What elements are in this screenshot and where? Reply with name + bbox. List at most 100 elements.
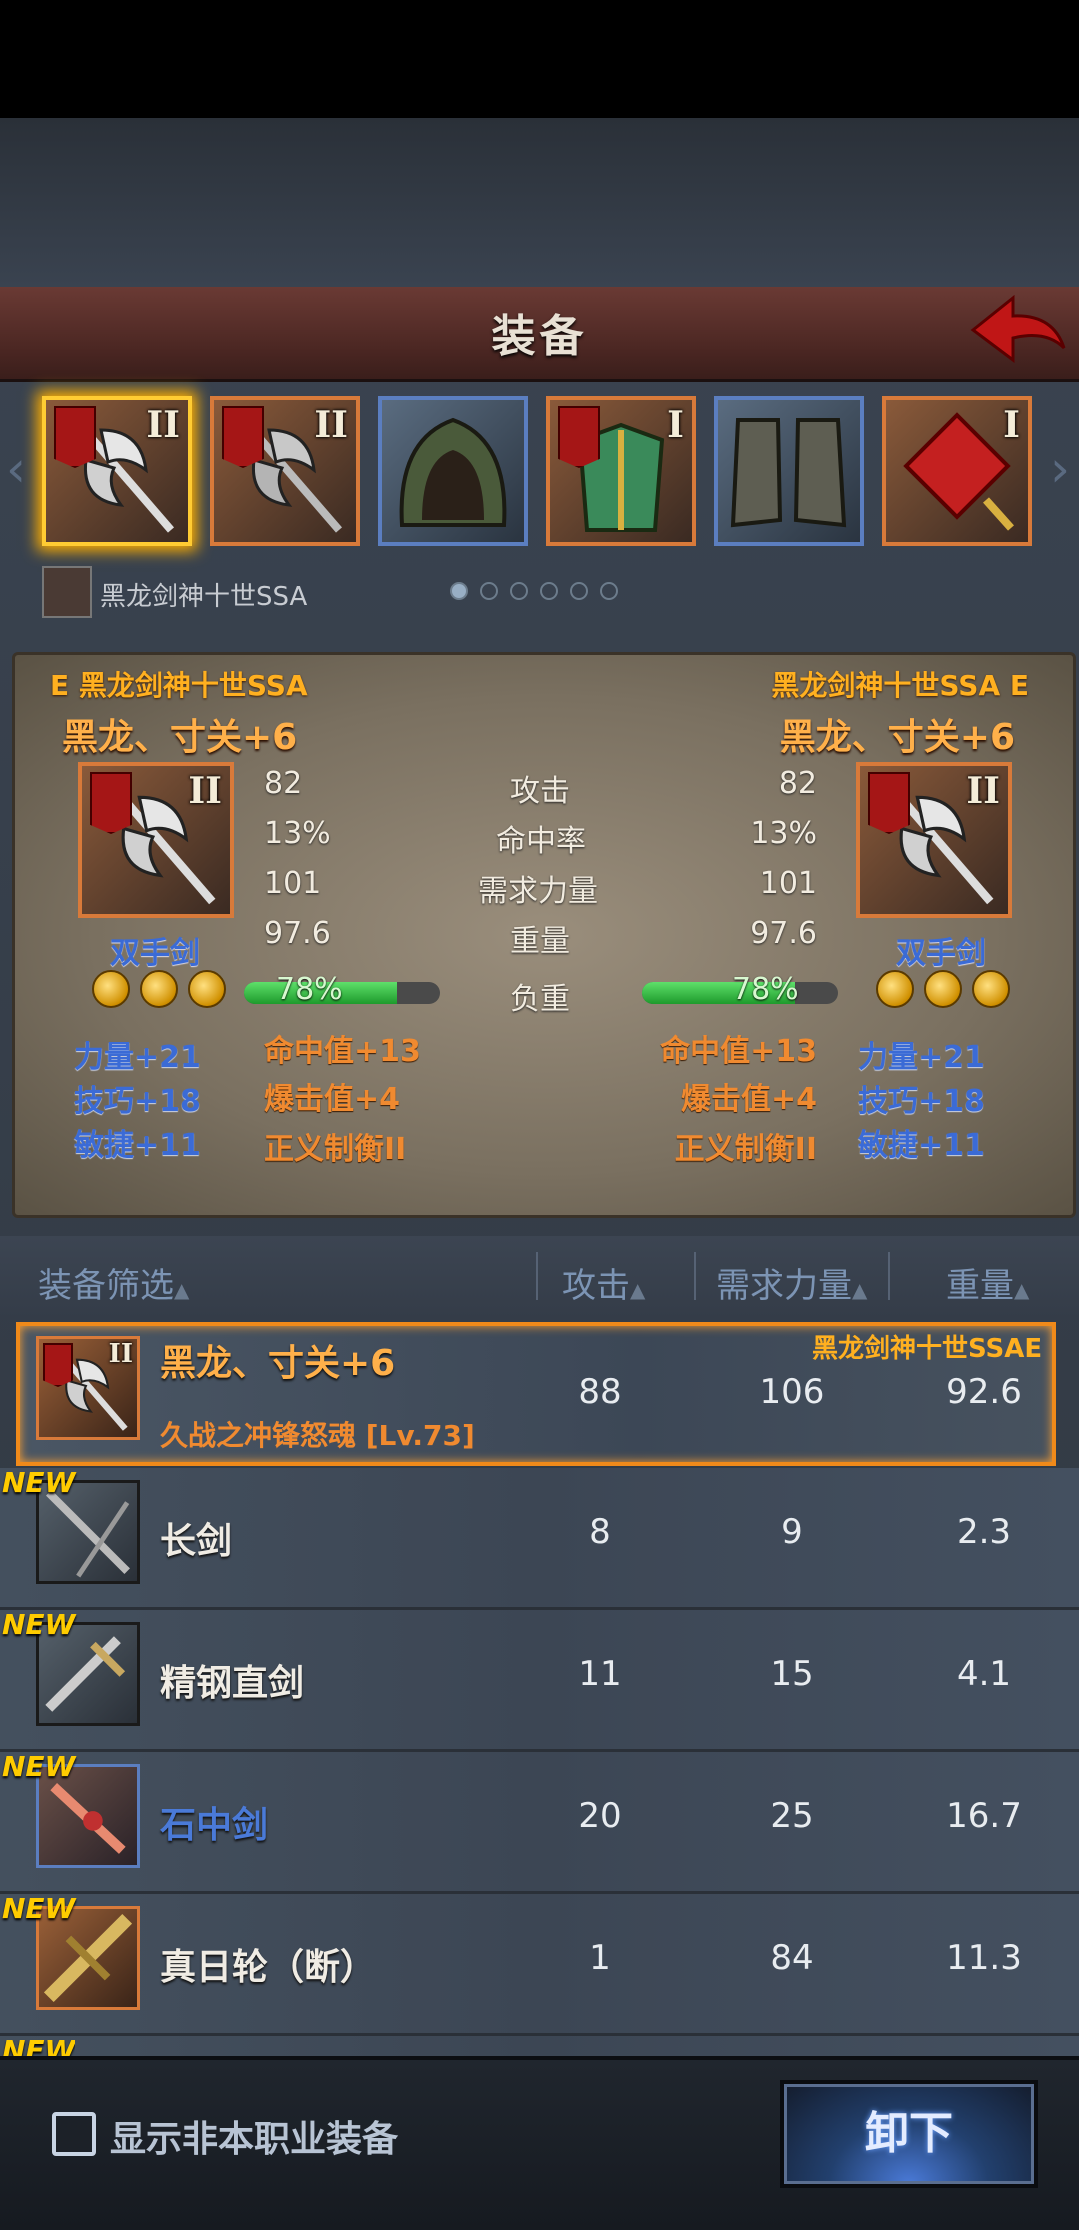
right-item-name: 黑龙、寸关+6 [779, 717, 1015, 758]
left-item-icon: II [78, 762, 234, 918]
item-weight: 16.7 [946, 1796, 1022, 1836]
right-stat-attack: 82 [778, 766, 817, 801]
left-stat-weight: 97.6 [264, 916, 331, 951]
right-attr-agility: 敏捷+11 [858, 1128, 985, 1163]
slots-prev-arrow-icon[interactable]: ‹ [6, 440, 26, 498]
sort-attack-button[interactable]: 攻击▲ [562, 1258, 645, 1307]
item-name: 石中剑 [160, 1805, 269, 1846]
tier-label: I [1003, 404, 1020, 446]
tier-label: II [314, 404, 348, 446]
page-dot[interactable] [450, 582, 468, 600]
sort-str-req-button[interactable]: 需求力量▲ [716, 1258, 867, 1307]
equip-slot-accessory[interactable]: I [882, 396, 1032, 546]
column-attack-label: 攻击 [562, 1266, 630, 1306]
item-weight: 92.6 [946, 1372, 1022, 1412]
right-stat-hit-rate: 13% [750, 816, 817, 851]
page-dot[interactable] [600, 582, 618, 600]
left-bonus-crit: 爆击值+4 [264, 1082, 401, 1117]
left-attr-agility: 敏捷+11 [74, 1128, 201, 1163]
socket-gem-icon [140, 970, 178, 1008]
right-stat-str-req: 101 [759, 866, 817, 901]
sort-arrow-icon: ▲ [1014, 1278, 1030, 1302]
show-other-class-label[interactable]: 显示非本职业装备 [110, 2110, 398, 2162]
stat-label-str-req: 需求力量 [478, 874, 598, 909]
character-avatar[interactable] [42, 566, 92, 618]
boots-icon [730, 418, 847, 528]
back-arrow-icon[interactable] [968, 290, 1068, 370]
page-dot[interactable] [480, 582, 498, 600]
right-owner-label: 黑龙剑神十世SSA E [771, 669, 1029, 702]
item-name: 黑龙、寸关+6 [160, 1343, 396, 1384]
left-stat-str-req: 101 [264, 866, 322, 901]
left-bonus-skill: 正义制衡II [264, 1132, 407, 1167]
right-item-icon: II [856, 762, 1012, 918]
stat-label-weight: 重量 [510, 924, 570, 959]
column-divider [888, 1252, 890, 1300]
item-subtitle: 久战之冲锋怒魂 [Lv.73] [160, 1419, 475, 1452]
right-bonus-crit: 爆击值+4 [680, 1082, 817, 1117]
page-dot[interactable] [540, 582, 558, 600]
sort-arrow-icon: ▲ [852, 1278, 868, 1302]
guild-banner-icon [868, 772, 910, 834]
column-str-req-label: 需求力量 [716, 1266, 852, 1306]
item-str-req: 84 [770, 1938, 814, 1978]
column-weight-label: 重量 [946, 1266, 1014, 1306]
filter-button[interactable]: 装备筛选▲ [38, 1258, 189, 1307]
equip-slot-helmet[interactable] [378, 396, 528, 546]
left-attr-strength: 力量+21 [74, 1040, 201, 1075]
left-item-type: 双手剑 [110, 936, 200, 971]
stat-label-hit-rate: 命中率 [496, 824, 586, 859]
tier-label: I [667, 404, 684, 446]
new-badge: NEW [2, 1608, 76, 1641]
show-other-class-checkbox[interactable] [52, 2112, 96, 2156]
page-dot[interactable] [570, 582, 588, 600]
right-stat-weight: 97.6 [750, 916, 817, 951]
right-attr-strength: 力量+21 [858, 1040, 985, 1075]
new-badge: NEW [2, 2034, 76, 2056]
left-stat-attack: 82 [264, 766, 303, 801]
guild-banner-icon [54, 406, 96, 468]
guild-banner-icon [43, 1343, 73, 1387]
socket-gem-icon [972, 970, 1010, 1008]
left-attr-skill: 技巧+18 [74, 1084, 201, 1119]
guild-banner-icon [558, 406, 600, 468]
equip-slot-weapon-offhand[interactable]: II [210, 396, 360, 546]
left-load-value: 78% [276, 972, 343, 1007]
right-bonus-skill: 正义制衡II [674, 1132, 817, 1167]
new-badge: NEW [2, 1466, 76, 1499]
socket-gem-icon [876, 970, 914, 1008]
right-load-value: 78% [732, 972, 799, 1007]
character-name: 黑龙剑神十世SSA [100, 582, 308, 612]
item-icon: II [36, 1336, 140, 1440]
socket-gem-icon [924, 970, 962, 1008]
tier-label: II [966, 770, 1000, 812]
stat-label-load: 负重 [510, 982, 570, 1017]
item-weight: 2.3 [956, 1512, 1012, 1552]
item-attack: 11 [578, 1654, 622, 1694]
item-weight: 4.1 [956, 1654, 1012, 1694]
guild-banner-icon [222, 406, 264, 468]
item-attack: 88 [578, 1372, 622, 1412]
sort-weight-button[interactable]: 重量▲ [946, 1258, 1029, 1307]
guild-banner-icon [90, 772, 132, 834]
new-badge: NEW [2, 1750, 76, 1783]
socket-gem-icon [188, 970, 226, 1008]
unequip-button[interactable]: 卸下 [780, 2080, 1038, 2188]
new-badge: NEW [2, 1892, 76, 1925]
equip-slot-boots[interactable] [714, 396, 864, 546]
item-weight: 11.3 [946, 1938, 1022, 1978]
item-name: 真日轮（断） [160, 1947, 377, 1988]
item-attack: 20 [578, 1796, 622, 1836]
page-title: 装备 [491, 311, 588, 362]
page-dot[interactable] [510, 582, 528, 600]
item-name: 精钢直剑 [160, 1663, 305, 1704]
equip-slot-armor[interactable]: I [546, 396, 696, 546]
item-owner: 黑龙剑神十世SSAE [812, 1334, 1043, 1364]
filter-label: 装备筛选 [38, 1266, 174, 1306]
stat-label-attack: 攻击 [510, 774, 570, 809]
hood-icon [399, 417, 507, 527]
item-name: 长剑 [160, 1521, 233, 1562]
equip-slot-weapon-main[interactable]: II [42, 396, 192, 546]
left-bonus-hit: 命中值+13 [264, 1034, 421, 1069]
slots-next-arrow-icon[interactable]: › [1050, 440, 1070, 498]
